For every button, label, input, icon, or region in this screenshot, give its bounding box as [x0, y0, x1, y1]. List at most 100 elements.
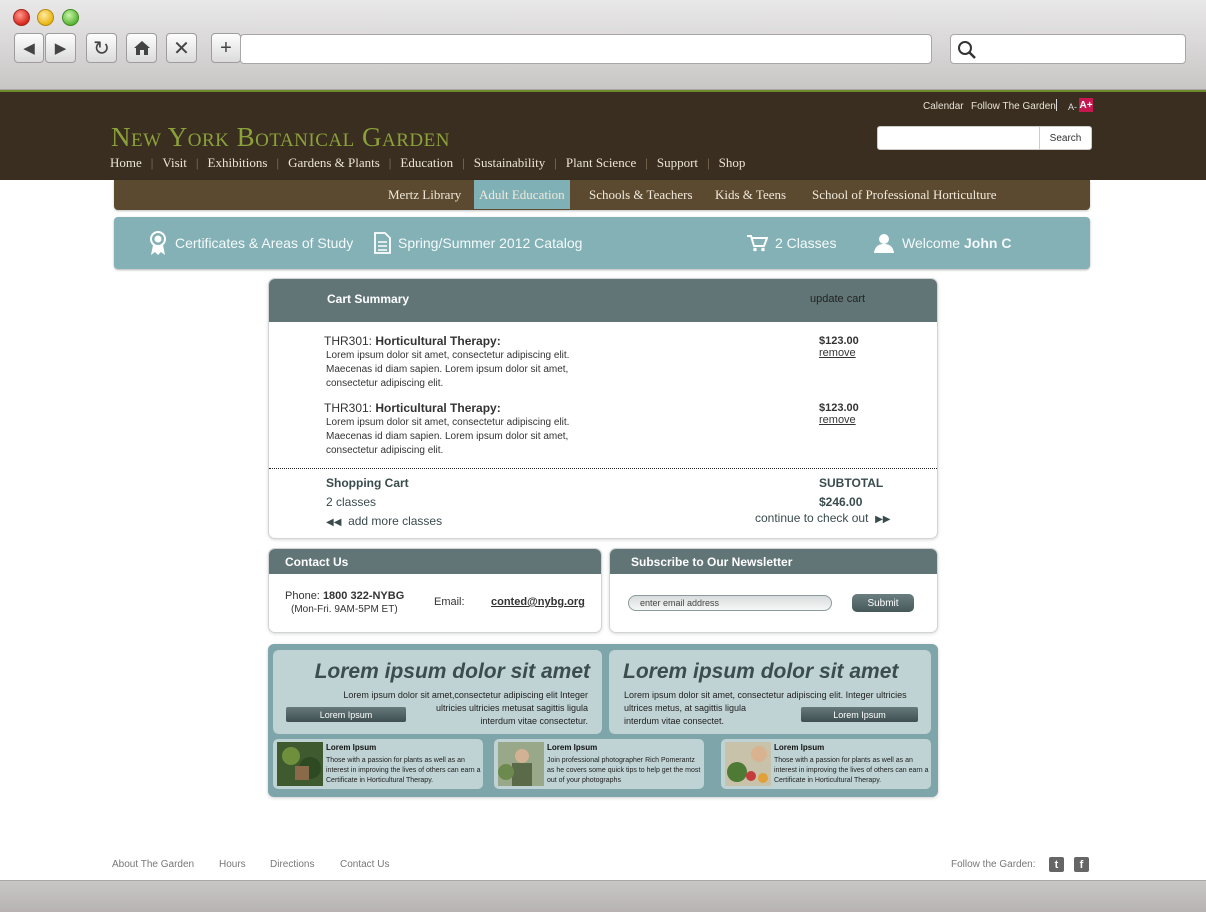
course-description-line: Maecenas id diam sapien. Lorem ipsum dol…	[326, 364, 569, 375]
browser-status-bar	[0, 880, 1206, 912]
nav-plant-science[interactable]: Plant Science	[557, 155, 645, 171]
tile-title: Lorem Ipsum	[774, 743, 825, 752]
nav-exhibitions[interactable]: Exhibitions	[199, 155, 277, 171]
feature-button[interactable]: Lorem Ipsum	[286, 707, 406, 722]
catalog-label: Spring/Summer 2012 Catalog	[398, 235, 583, 251]
forward-arrow-icon: ▶	[54, 40, 67, 57]
tile-text: Join professional photographer Rich Pome…	[547, 757, 701, 784]
certificates-link[interactable]: Certificates & Areas of Study	[148, 217, 353, 269]
add-more-classes-link[interactable]: ◀◀ add more classes	[326, 514, 442, 528]
promo-tile[interactable]: Lorem Ipsum Join professional photograph…	[494, 739, 704, 789]
site-search-box[interactable]: Search	[877, 126, 1092, 150]
stop-button[interactable]: ✕	[166, 33, 197, 63]
subnav-professional-horticulture[interactable]: School of Professional Horticulture	[812, 180, 997, 209]
cart-summary-title: Cart Summary	[327, 292, 410, 306]
font-larger-button[interactable]: A+	[1079, 98, 1093, 112]
reload-icon: ↻	[93, 37, 110, 60]
browser-search-bar[interactable]	[950, 34, 1186, 64]
utility-divider	[1056, 99, 1057, 111]
reload-button[interactable]: ↻	[86, 33, 117, 63]
promo-tile[interactable]: Lorem Ipsum Those with a passion for pla…	[721, 739, 931, 789]
newsletter-submit-button[interactable]: Submit	[852, 594, 914, 612]
double-chevron-left-icon: ◀◀	[326, 517, 342, 528]
cart-item: THR301: Horticultural Therapy: Lorem ips…	[324, 334, 624, 391]
home-button[interactable]	[126, 33, 157, 63]
user-menu[interactable]: Welcome John C	[873, 217, 1011, 269]
office-hours: (Mon-Fri. 9AM-5PM ET)	[291, 604, 398, 615]
newsletter-panel: Subscribe to Our Newsletter enter email …	[609, 548, 938, 633]
nav-home[interactable]: Home	[110, 155, 151, 171]
certificates-label: Certificates & Areas of Study	[175, 235, 354, 251]
promo-tile[interactable]: Lorem Ipsum Those with a passion for pla…	[273, 739, 483, 789]
footer-hours-link[interactable]: Hours	[219, 859, 246, 870]
course-description-line: Lorem ipsum dolor sit amet, consectetur …	[326, 417, 570, 428]
site-search-button[interactable]: Search	[1039, 127, 1091, 149]
course-name: Horticultural Therapy:	[375, 401, 501, 415]
contact-panel: Contact Us Phone: 1800 322-NYBG (Mon-Fri…	[268, 548, 602, 633]
follow-label: Follow the Garden:	[951, 859, 1036, 870]
continue-label: continue to check out	[755, 511, 869, 525]
calendar-link[interactable]: Calendar	[923, 101, 964, 112]
subtotal-label: SUBTOTAL	[819, 476, 884, 490]
user-name: John C	[963, 235, 1012, 251]
catalog-link[interactable]: Spring/Summer 2012 Catalog	[373, 217, 582, 269]
cart-item: THR301: Horticultural Therapy: Lorem ips…	[324, 401, 624, 458]
email-label: Email:	[434, 596, 465, 608]
continue-checkout-link[interactable]: continue to check out ▶▶	[755, 511, 890, 525]
welcome-label: Welcome	[902, 235, 961, 251]
twitter-icon[interactable]: t	[1049, 857, 1064, 872]
tile-title: Lorem Ipsum	[547, 743, 598, 752]
nav-education[interactable]: Education	[391, 155, 462, 171]
photographer-photo	[498, 742, 544, 786]
email-link[interactable]: conted@nybg.org	[491, 596, 585, 608]
footer-contact-link[interactable]: Contact Us	[340, 859, 389, 870]
subnav-mertz-library[interactable]: Mertz Library	[388, 180, 461, 209]
maximize-window-button[interactable]	[62, 9, 79, 26]
nav-visit[interactable]: Visit	[153, 155, 196, 171]
education-toolbar: Certificates & Areas of Study Spring/Sum…	[114, 217, 1090, 269]
feature-button[interactable]: Lorem Ipsum	[801, 707, 918, 722]
update-cart-link[interactable]: update cart	[810, 293, 865, 305]
subnav-adult-education[interactable]: Adult Education	[474, 180, 570, 209]
add-more-label: add more classes	[348, 514, 443, 528]
shopping-cart-title: Shopping Cart	[326, 476, 409, 490]
remove-item-link[interactable]: remove	[819, 414, 856, 426]
phone-label: Phone:	[285, 590, 320, 602]
cart-divider	[269, 468, 937, 469]
minimize-window-button[interactable]	[37, 9, 54, 26]
course-description-line: consectetur adipiscing elit.	[326, 445, 444, 456]
nav-support[interactable]: Support	[648, 155, 707, 171]
class-count: 2 classes	[326, 495, 377, 509]
main-nav: Home | Visit | Exhibitions | Gardens & Plan…	[110, 155, 754, 171]
facebook-icon[interactable]: f	[1074, 857, 1089, 872]
subnav-kids-teens[interactable]: Kids & Teens	[715, 180, 786, 209]
cart-link[interactable]: 2 Classes	[746, 217, 836, 269]
font-smaller-button[interactable]: A-	[1068, 102, 1077, 112]
gardening-photo	[725, 742, 771, 786]
feature-text-line: Lorem ipsum dolor sit amet,consectetur a…	[343, 690, 588, 700]
tile-text: Those with a passion for plants as well …	[774, 757, 929, 784]
back-button[interactable]: ◀	[14, 33, 44, 63]
education-subnav: Mertz Library Adult Education Schools & …	[114, 180, 1090, 210]
footer-directions-link[interactable]: Directions	[270, 859, 314, 870]
item-price: $123.00	[819, 402, 859, 414]
close-window-button[interactable]	[13, 9, 30, 26]
newsletter-email-input[interactable]: enter email address	[628, 595, 832, 611]
nav-shop[interactable]: Shop	[710, 155, 755, 171]
user-icon	[874, 234, 894, 253]
feature-title: Lorem ipsum dolor sit amet	[623, 660, 899, 683]
subnav-schools-teachers[interactable]: Schools & Teachers	[589, 180, 693, 209]
course-code: THR301:	[324, 401, 373, 415]
site-logo[interactable]: New York Botanical Garden	[111, 122, 450, 153]
course-name: Horticultural Therapy:	[375, 334, 501, 348]
cart-count: 2 Classes	[775, 235, 837, 251]
address-bar[interactable]	[240, 34, 932, 64]
new-tab-button[interactable]: +	[211, 33, 241, 63]
follow-garden-link[interactable]: Follow The Garden	[971, 101, 1056, 112]
nav-sustainability[interactable]: Sustainability	[465, 155, 555, 171]
nav-gardens-plants[interactable]: Gardens & Plants	[279, 155, 389, 171]
footer-about-link[interactable]: About The Garden	[112, 859, 194, 870]
forward-button[interactable]: ▶	[45, 33, 76, 63]
item-price: $123.00	[819, 335, 859, 347]
remove-item-link[interactable]: remove	[819, 347, 856, 359]
